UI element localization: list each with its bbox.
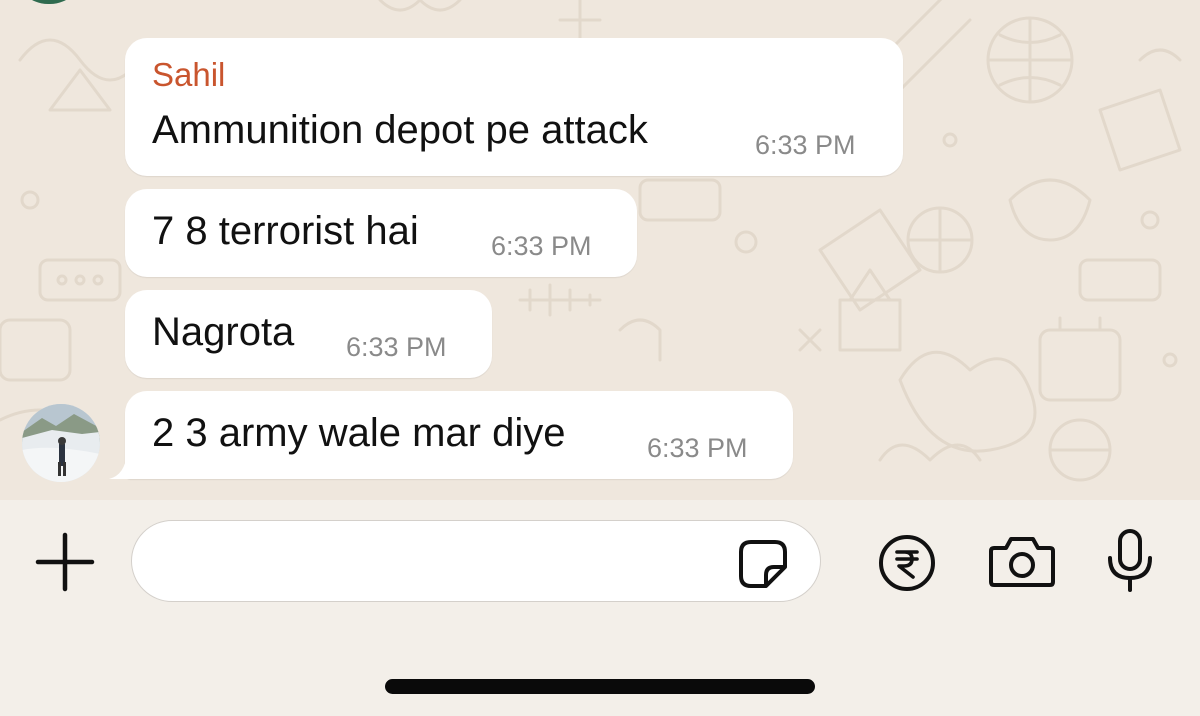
camera-icon (989, 537, 1055, 587)
chat-area: Sahil Ammunition depot pe attack 6:33 PM… (0, 0, 1200, 500)
sticker-button[interactable] (738, 539, 788, 589)
message-text: Nagrota (152, 310, 295, 354)
message-input-box[interactable] (131, 520, 821, 602)
avatar-photo (22, 404, 100, 482)
plus-icon (35, 532, 95, 592)
sender-avatar[interactable] (22, 404, 100, 482)
add-attachment-button[interactable] (30, 527, 100, 597)
sender-name[interactable]: Sahil (152, 56, 225, 94)
message-bubble[interactable]: Nagrota 6:33 PM (125, 290, 492, 378)
home-indicator[interactable] (385, 679, 815, 694)
message-bubble[interactable]: 2 3 army wale mar diye 6:33 PM (109, 391, 793, 479)
camera-button[interactable] (988, 534, 1056, 588)
message-timestamp: 6:33 PM (647, 433, 748, 463)
message-bubble[interactable]: 7 8 terrorist hai 6:33 PM (125, 189, 637, 277)
payment-button[interactable] (878, 534, 936, 592)
microphone-icon (1108, 529, 1152, 592)
message-text: Ammunition depot pe attack (152, 108, 648, 152)
message-timestamp: 6:33 PM (755, 130, 856, 160)
bubble-tail (109, 453, 133, 479)
message-timestamp: 6:33 PM (491, 231, 592, 261)
message-input[interactable] (160, 539, 724, 585)
rupee-icon (879, 535, 935, 591)
sticker-icon (739, 540, 787, 588)
message-text: 2 3 army wale mar diye (152, 411, 566, 455)
message-text: 7 8 terrorist hai (152, 209, 419, 253)
voice-message-button[interactable] (1104, 528, 1156, 594)
message-timestamp: 6:33 PM (346, 332, 447, 362)
message-bubble[interactable]: Sahil Ammunition depot pe attack 6:33 PM (125, 38, 903, 176)
